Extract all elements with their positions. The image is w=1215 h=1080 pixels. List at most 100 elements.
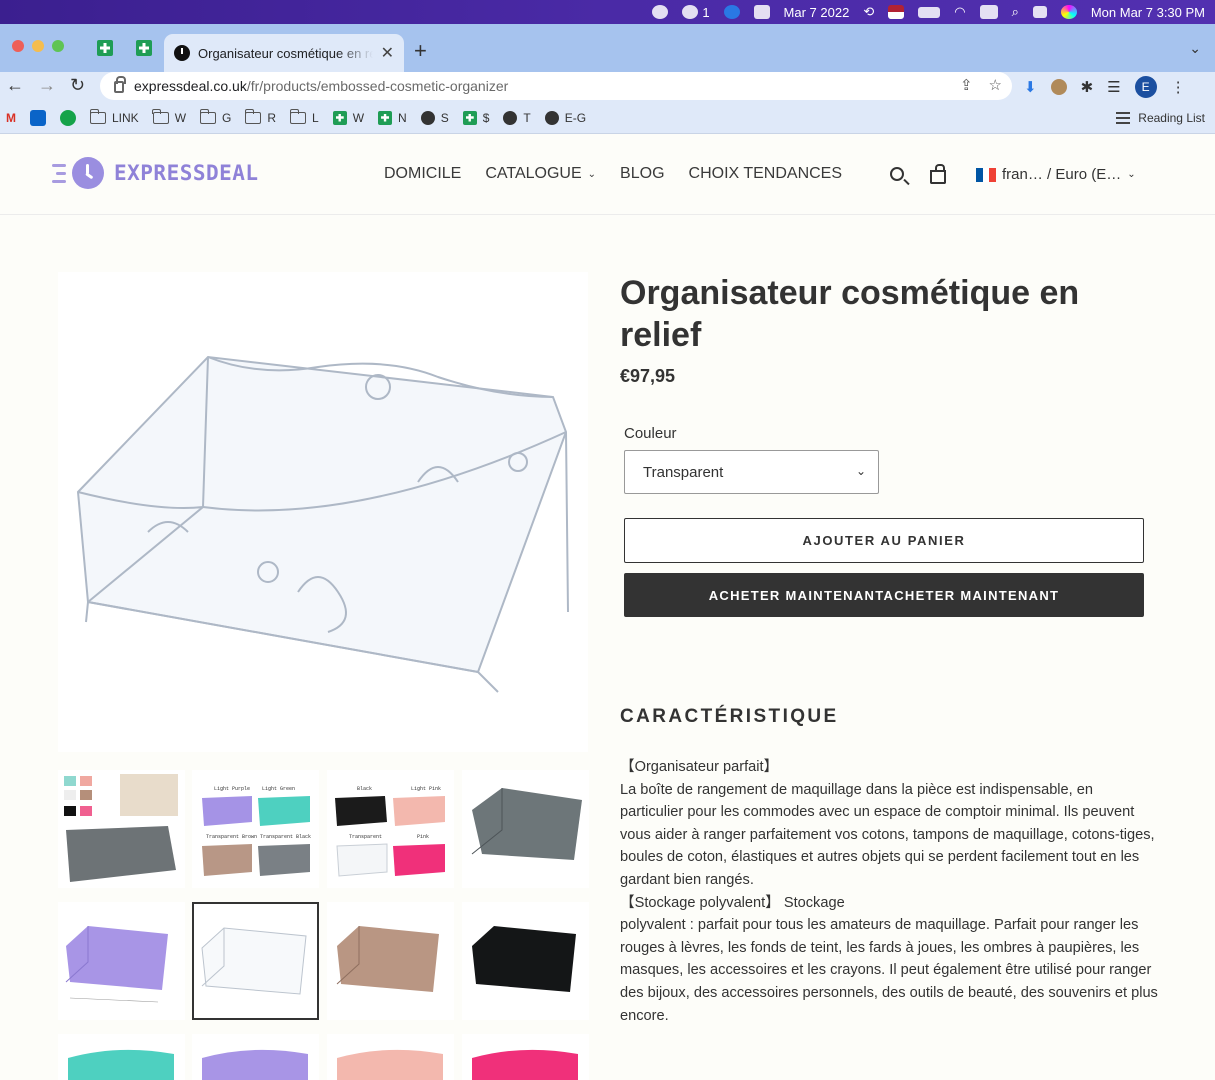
lock-icon[interactable] <box>114 76 126 93</box>
share-icon[interactable]: ⇪ <box>960 76 973 94</box>
us-flag-icon[interactable] <box>888 5 905 19</box>
thumbnail-10[interactable] <box>192 1034 319 1080</box>
description-para-2: La boîte de rangement de maquillage dans… <box>620 781 1155 888</box>
nav-catalogue[interactable]: CATALOGUE ⌄ <box>485 165 596 183</box>
siri-icon[interactable] <box>1060 5 1077 19</box>
clock-logo-icon <box>72 157 104 189</box>
fullscreen-window-button[interactable] <box>52 40 64 52</box>
bookmark-star-icon[interactable]: ☆ <box>989 76 1002 94</box>
globe-icon <box>544 110 559 125</box>
thumbnail-6-selected[interactable] <box>192 902 319 1020</box>
profile-avatar[interactable]: E <box>1134 76 1157 98</box>
keyboard-icon[interactable] <box>979 5 998 19</box>
product-main-image[interactable] <box>58 272 588 752</box>
product-price: €97,95 <box>620 366 676 386</box>
tab-search-chevron-icon[interactable]: ⌄ <box>1189 40 1201 57</box>
bookmark-folder-g[interactable]: G <box>199 108 231 125</box>
extension-owl-icon[interactable] <box>1050 79 1067 95</box>
close-tab-icon[interactable]: ✕ <box>381 43 394 63</box>
bookmark-sheet-n[interactable]: N <box>378 110 407 125</box>
control-center-icon[interactable] <box>1032 6 1047 18</box>
bookmark-folder-l[interactable]: L <box>289 108 319 125</box>
battery-icon[interactable] <box>918 6 941 18</box>
active-tab[interactable]: Organisateur cosmétique en relief ✕ <box>164 34 404 72</box>
nav-blog[interactable]: BLOG <box>620 165 664 183</box>
thumbnail-3[interactable]: Black Light Pink Transparent Pink <box>327 770 454 888</box>
thumbnail-11[interactable] <box>327 1034 454 1080</box>
menubar-date[interactable]: Mar 7 2022 <box>784 5 850 20</box>
folder-icon <box>89 108 106 124</box>
minimize-window-button[interactable] <box>32 40 44 52</box>
site-logo[interactable]: EXPRESSDEAL <box>52 157 259 189</box>
color-select[interactable]: Transparent ⌄ <box>624 450 879 494</box>
close-window-button[interactable] <box>12 40 24 52</box>
bookmarks-bar: M LINK W G R L W N S $ T E-G Reading Lis… <box>0 102 1215 134</box>
screen-share-icon[interactable] <box>723 5 740 19</box>
notification-bell[interactable]: 1 <box>682 5 710 20</box>
bookmark-sheet-w[interactable]: W <box>332 110 364 125</box>
bookmark-globe-eg[interactable]: E-G <box>544 110 586 125</box>
buy-now-button[interactable]: ACHETER MAINTENANTACHETER MAINTENANT <box>624 573 1144 617</box>
thumbnail-1[interactable] <box>58 770 185 888</box>
window-controls <box>12 40 64 52</box>
bookmark-outlook[interactable] <box>30 109 46 126</box>
wifi-icon[interactable]: ◠ <box>954 4 965 20</box>
thumbnail-5[interactable] <box>58 902 185 1020</box>
time-machine-icon[interactable]: ⟲ <box>863 4 874 20</box>
description-para-4: polyvalent : parfait pour tous les amate… <box>620 917 1158 1024</box>
chrome-menu-icon[interactable]: ⋮ <box>1171 78 1186 96</box>
svg-text:Pink: Pink <box>417 834 429 840</box>
search-icon[interactable] <box>890 167 904 181</box>
grammarly-icon <box>60 109 76 126</box>
thumbnail-8[interactable] <box>462 902 589 1020</box>
pinned-tab-sheets-2[interactable] <box>136 40 152 56</box>
folder-icon <box>289 108 307 124</box>
menubar-clock[interactable]: Mon Mar 7 3:30 PM <box>1091 5 1205 20</box>
wechat-icon[interactable] <box>652 5 669 19</box>
thumbnail-12[interactable] <box>462 1034 589 1080</box>
reading-list-button[interactable]: Reading List <box>1116 111 1205 125</box>
bookmark-gmail[interactable]: M <box>6 111 16 125</box>
media-controls-icon[interactable]: ☰ <box>1107 78 1120 96</box>
download-icon[interactable]: ⬇ <box>1024 78 1037 96</box>
color-select-value: Transparent <box>643 463 724 481</box>
forward-arrow-icon[interactable]: → <box>38 75 56 96</box>
spotlight-search-icon[interactable]: ⌕ <box>1012 4 1019 20</box>
thumbnail-4[interactable] <box>462 770 589 888</box>
check-app-icon[interactable] <box>753 5 770 19</box>
pinned-tab-sheets-1[interactable] <box>97 40 113 56</box>
thumbnail-7[interactable] <box>327 902 454 1020</box>
svg-text:Light Purple: Light Purple <box>214 786 250 792</box>
features-heading: CARACTÉRISTIQUE <box>620 706 839 727</box>
bookmark-folder-link[interactable]: LINK <box>89 108 139 125</box>
address-bar[interactable]: expressdeal.co.uk/fr/products/embossed-c… <box>100 72 1012 100</box>
folder-icon <box>199 108 217 124</box>
reload-icon[interactable]: ↻ <box>70 75 85 96</box>
bookmark-grammarly[interactable] <box>60 109 76 126</box>
site-header: EXPRESSDEAL DOMICILE CATALOGUE ⌄ BLOG CHO… <box>0 135 1215 215</box>
new-tab-button[interactable]: + <box>414 38 427 64</box>
variant-label: Couleur <box>624 425 677 442</box>
thumbnail-2[interactable]: Light Purple Light Green Transparent Bro… <box>192 770 319 888</box>
extensions-puzzle-icon[interactable]: ✱ <box>1081 78 1094 96</box>
nav-choix-tendances[interactable]: CHOIX TENDANCES <box>689 165 843 183</box>
product-title: Organisateur cosmétique en relief <box>620 274 1080 354</box>
main-nav: DOMICILE CATALOGUE ⌄ BLOG CHOIX TENDANCES <box>384 165 842 183</box>
svg-text:Black: Black <box>357 786 372 792</box>
thumbnail-9[interactable] <box>58 1034 185 1080</box>
bookmark-folder-w[interactable]: W <box>152 108 186 125</box>
nav-domicile[interactable]: DOMICILE <box>384 165 461 183</box>
bookmark-globe-s[interactable]: S <box>420 110 449 125</box>
cart-icon[interactable] <box>930 164 946 184</box>
bookmark-sheet-dollar[interactable]: $ <box>462 110 489 125</box>
bookmark-folder-r[interactable]: R <box>244 108 276 125</box>
description-para-1: 【Organisateur parfait】 <box>620 759 779 775</box>
url-path: /fr/products/embossed-cosmetic-organizer <box>246 78 509 94</box>
folder-icon <box>244 108 262 124</box>
bookmark-globe-t[interactable]: T <box>503 110 531 125</box>
locale-currency-selector[interactable]: fran… / Euro (E… ⌄ <box>976 166 1136 183</box>
add-to-cart-button[interactable]: AJOUTER AU PANIER <box>624 518 1144 563</box>
clock-favicon-icon <box>174 45 190 61</box>
svg-text:Transparent Brown: Transparent Brown <box>206 834 257 840</box>
back-arrow-icon[interactable]: ← <box>6 75 24 96</box>
